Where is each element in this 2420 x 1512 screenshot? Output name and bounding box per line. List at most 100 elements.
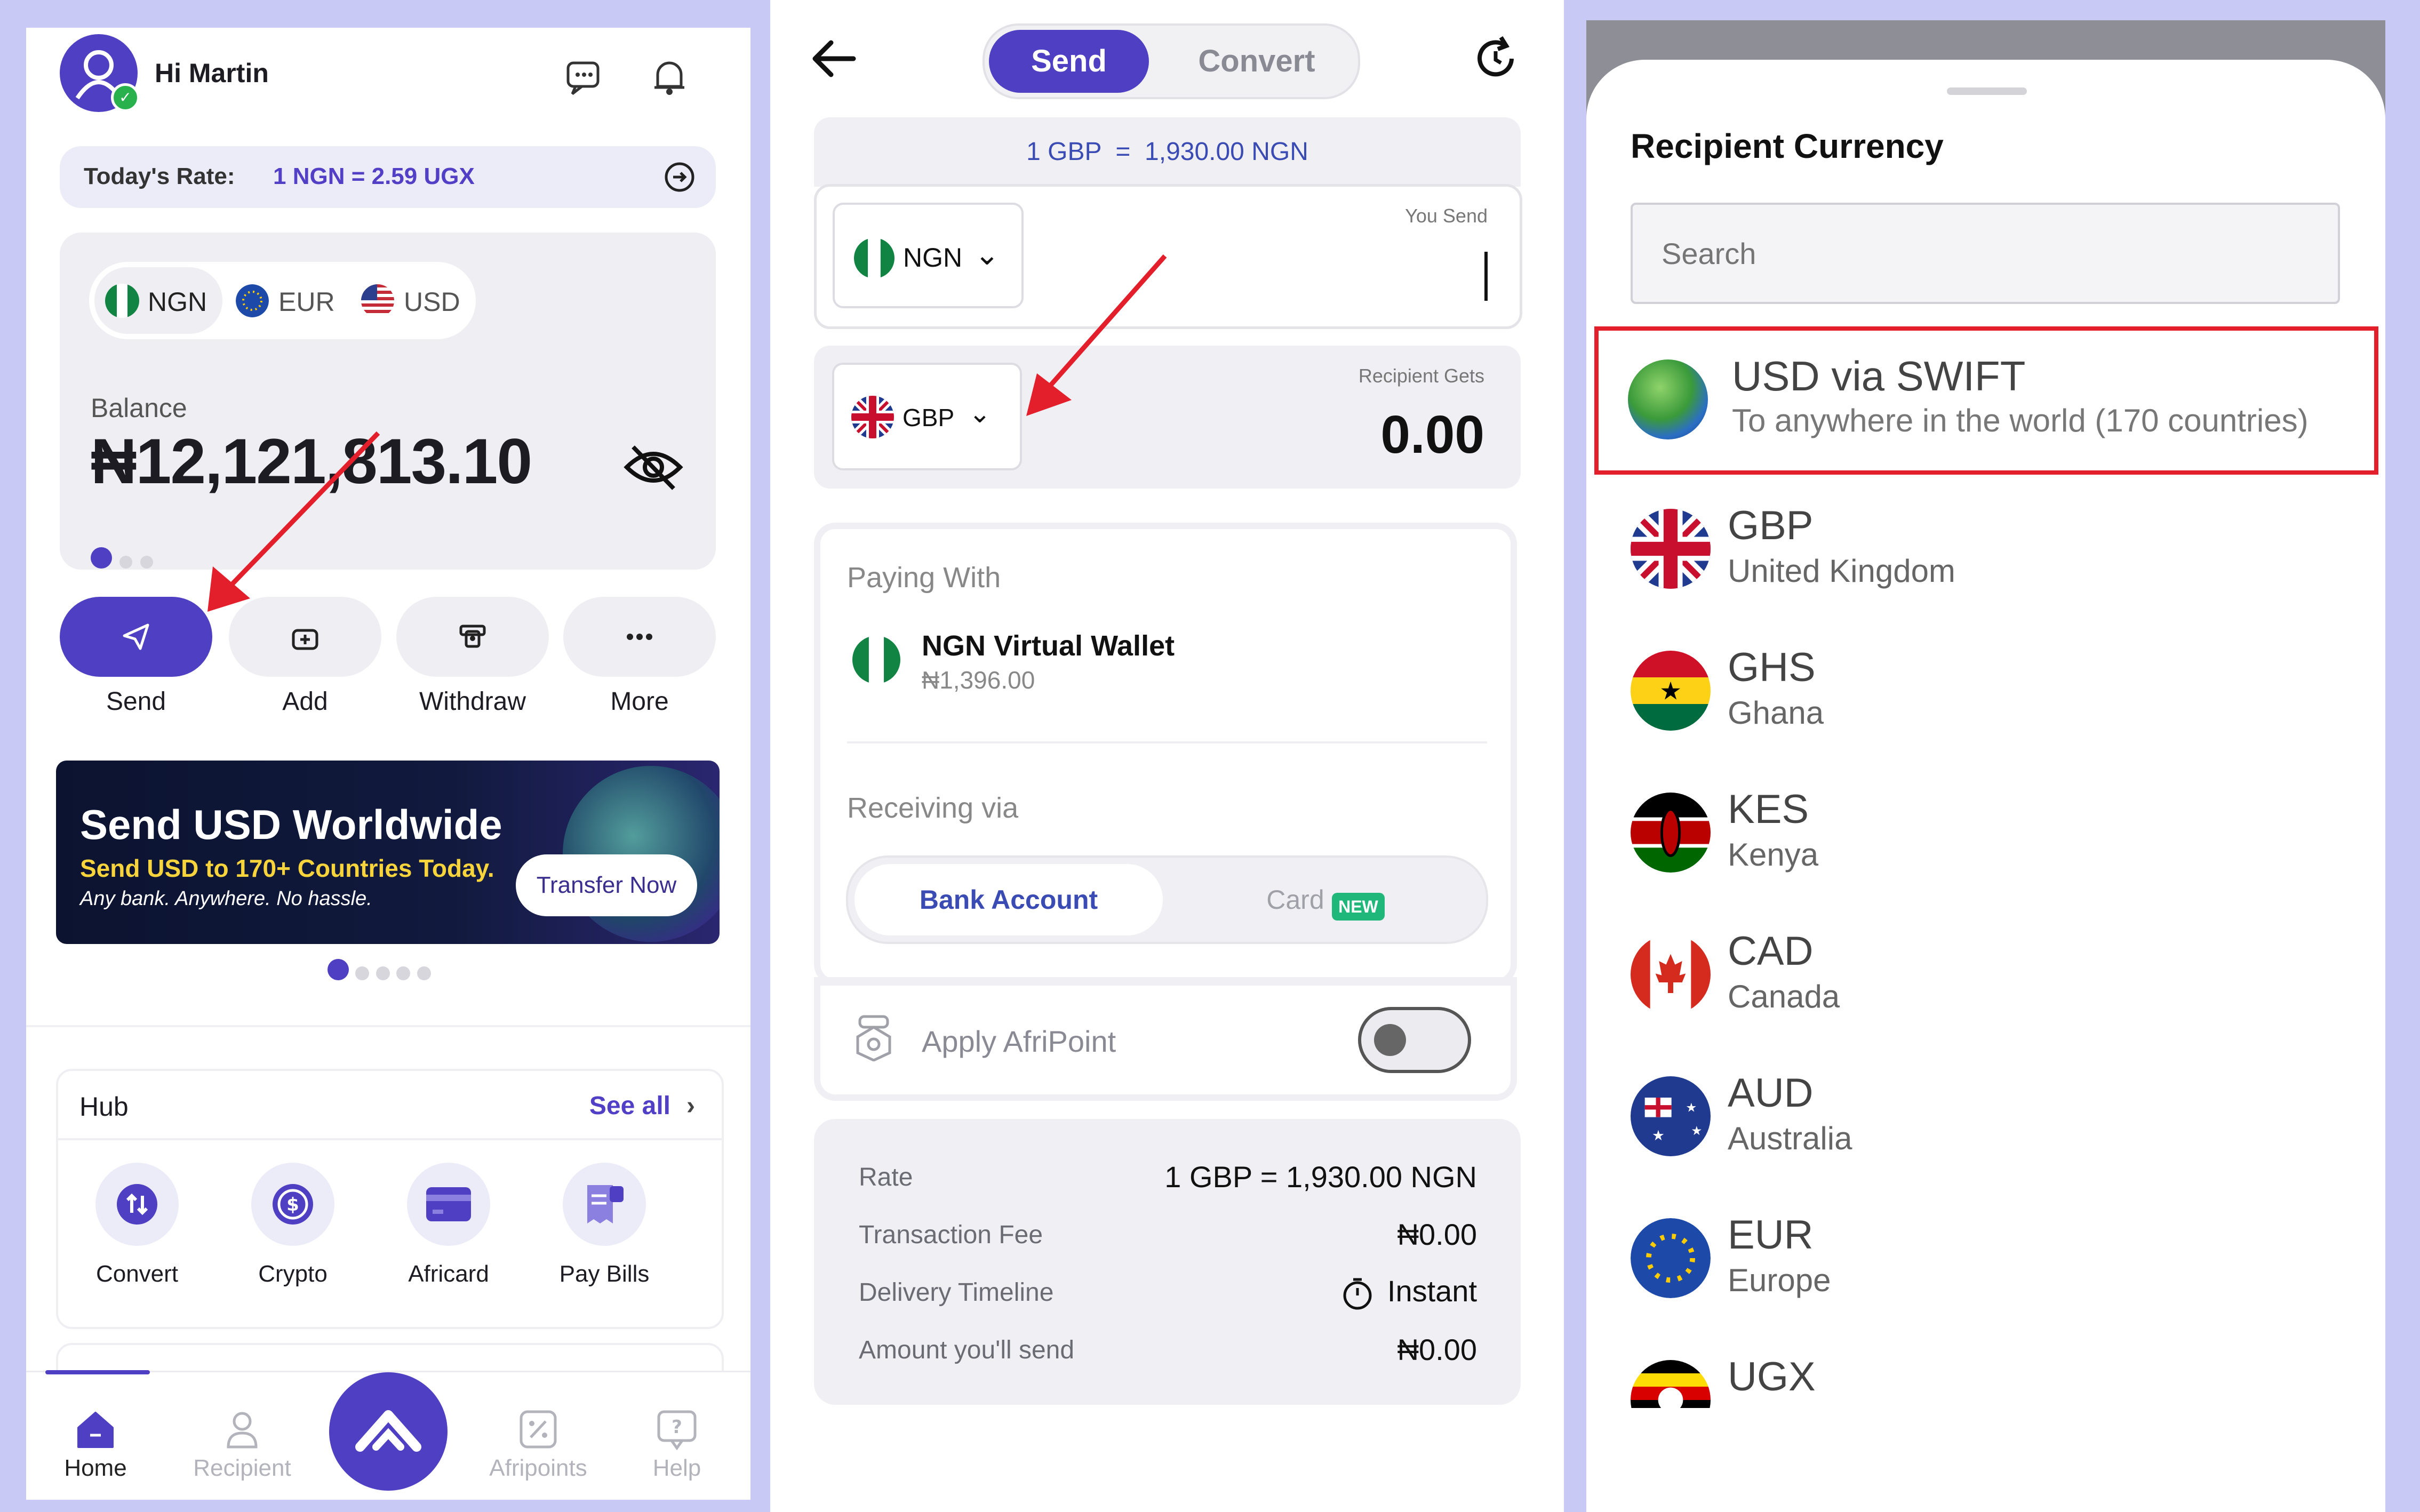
transfer-now-button[interactable]: Transfer Now [516, 854, 697, 916]
avatar[interactable]: ✓ [60, 34, 140, 112]
annotation-arrow [1026, 254, 1167, 416]
recipient-gets-label: Recipient Gets [1358, 365, 1484, 387]
banner-subtitle: Send USD to 170+ Countries Today. [80, 854, 494, 882]
nigeria-flag-icon [854, 238, 894, 278]
hub-item-pay-bills[interactable] [563, 1163, 646, 1246]
rate-bar[interactable]: Today's Rate: 1 NGN = 2.59 UGX [60, 146, 716, 208]
annotation-arrow [207, 431, 380, 612]
kenya-flag-icon [1631, 793, 1711, 873]
nav-center-logo-button[interactable] [329, 1372, 448, 1491]
chat-icon[interactable] [563, 54, 608, 99]
hub-item-crypto[interactable]: $ [251, 1163, 334, 1246]
recipient-amount: 0.00 [1380, 405, 1484, 465]
summary-delivery-label: Delivery Timeline [859, 1278, 1054, 1307]
card-icon [426, 1187, 471, 1221]
summary-fee-label: Transaction Fee [859, 1221, 1043, 1249]
back-arrow-icon[interactable] [808, 32, 861, 85]
rate-value: 1 NGN = 2.59 UGX [273, 163, 475, 189]
greeting: Hi Martin [155, 58, 269, 88]
globe-icon [1628, 359, 1708, 439]
nav-recipient[interactable]: Recipient [189, 1410, 295, 1482]
see-all-link[interactable]: See all › [589, 1091, 695, 1121]
from-currency-code: NGN [903, 243, 963, 273]
summary-amount-value: ₦0.00 [1397, 1333, 1477, 1366]
afripoint-toggle[interactable] [1358, 1007, 1471, 1073]
currency-name: Canada [1728, 979, 1840, 1014]
hub-label-crypto: Crypto [258, 1261, 328, 1287]
sheet-handle[interactable] [1947, 87, 2027, 95]
tab-send[interactable]: Send [989, 30, 1149, 93]
amount-input-caret[interactable] [1484, 252, 1488, 301]
option-card[interactable]: Card NEW [1168, 864, 1483, 935]
action-label-add: Add [282, 687, 328, 716]
search-input[interactable] [1631, 203, 2340, 304]
you-send-label: You Send [1405, 205, 1488, 227]
currency-item-aud[interactable]: ★ ★ ★ AUD Australia [1586, 1060, 2385, 1167]
withdraw-button[interactable] [396, 597, 549, 677]
hub-item-convert[interactable] [95, 1163, 179, 1246]
hub-item-africard[interactable] [407, 1163, 490, 1246]
action-label-send: Send [106, 687, 166, 716]
verified-check-icon: ✓ [111, 83, 140, 112]
summary-rate-label: Rate [859, 1163, 913, 1191]
currency-item-usd-swift[interactable]: USD via SWIFT To anywhere in the world (… [1594, 326, 2378, 475]
uganda-flag-icon [1631, 1360, 1711, 1408]
currency-item-eur[interactable]: EUR Europe [1586, 1202, 2385, 1309]
summary-card: Rate 1 GBP = 1,930.00 NGN Transaction Fe… [814, 1119, 1521, 1405]
new-badge: NEW [1332, 892, 1385, 921]
currency-tab-eur[interactable]: EUR [278, 286, 335, 317]
nav-home[interactable]: Home [42, 1410, 149, 1482]
summary-fee-value: ₦0.00 [1397, 1218, 1477, 1251]
afripoint-row: Apply AfriPoint [814, 986, 1517, 1101]
home-icon [77, 1412, 114, 1448]
currency-tab-usd[interactable]: USD [404, 286, 460, 317]
bell-icon[interactable] [647, 54, 692, 99]
svg-text:$: $ [286, 1194, 299, 1215]
percent-icon [520, 1410, 557, 1449]
nav-afripoints[interactable]: Afripoints [480, 1410, 597, 1482]
option-bank-account[interactable]: Bank Account [854, 864, 1163, 935]
more-button[interactable] [563, 597, 716, 677]
currency-item-gbp[interactable]: GBP United Kingdom [1586, 493, 2385, 599]
currency-tab-ngn[interactable]: NGN [94, 267, 222, 334]
nav-afripoints-label: Afripoints [489, 1455, 587, 1481]
hub-title: Hub [79, 1092, 129, 1122]
currency-item-kes[interactable]: KES Kenya [1586, 777, 2385, 883]
currency-code: GBP [1728, 503, 1814, 548]
svg-text:★: ★ [1686, 1100, 1697, 1115]
australia-flag-icon: ★ ★ ★ [1631, 1076, 1711, 1156]
currency-code: GHS [1728, 645, 1816, 690]
delivery-value-text: Instant [1387, 1274, 1477, 1308]
option-card-label: Card [1266, 885, 1324, 915]
arrow-circle-icon[interactable] [664, 161, 696, 193]
usa-flag-icon [361, 284, 394, 317]
currency-item-ugx[interactable]: UGX [1586, 1344, 2385, 1408]
currency-item-cad[interactable]: CAD Canada [1586, 918, 2385, 1025]
home-screen: ✓ Hi Martin Today's Rate: 1 NGN = 2.59 U… [26, 28, 750, 1500]
help-bubble-icon: ? [657, 1410, 697, 1451]
bottom-nav: Home Recipient Afripoints ? Help [26, 1370, 750, 1500]
banner-note: Any bank. Anywhere. No hassle. [80, 887, 372, 910]
summary-rate-value: 1 GBP = 1,930.00 NGN [1164, 1160, 1477, 1194]
refresh-icon[interactable] [1469, 32, 1522, 85]
cash-withdraw-icon [459, 625, 486, 648]
tab-convert[interactable]: Convert [1166, 30, 1347, 93]
ghana-flag-icon: ★ [1631, 651, 1711, 731]
currency-name: United Kingdom [1728, 553, 1955, 589]
rate-banner: 1 GBP = 1,930.00 NGN [814, 117, 1521, 187]
currency-code: CAD [1728, 929, 1814, 974]
promo-banner[interactable]: Send USD Worldwide Send USD to 170+ Coun… [56, 761, 720, 944]
action-label-more: More [610, 687, 669, 716]
bottom-sheet: Recipient Currency USD via SWIFT To anyw… [1586, 60, 2385, 1512]
currency-sheet-screen: Recipient Currency USD via SWIFT To anyw… [1586, 20, 2385, 1512]
nav-help[interactable]: ? Help [624, 1410, 730, 1482]
bill-icon [587, 1185, 624, 1223]
send-convert-toggle: Send Convert [983, 23, 1360, 99]
currency-item-ghs[interactable]: ★ GHS Ghana [1586, 635, 2385, 741]
nigeria-flag-icon [105, 284, 139, 318]
toggle-knob [1374, 1024, 1406, 1056]
wallet-name[interactable]: NGN Virtual Wallet [922, 629, 1175, 662]
wallet-balance: ₦1,396.00 [922, 666, 1035, 694]
currency-name: To anywhere in the world (170 countries) [1732, 403, 2309, 438]
eye-off-icon[interactable] [622, 441, 684, 494]
